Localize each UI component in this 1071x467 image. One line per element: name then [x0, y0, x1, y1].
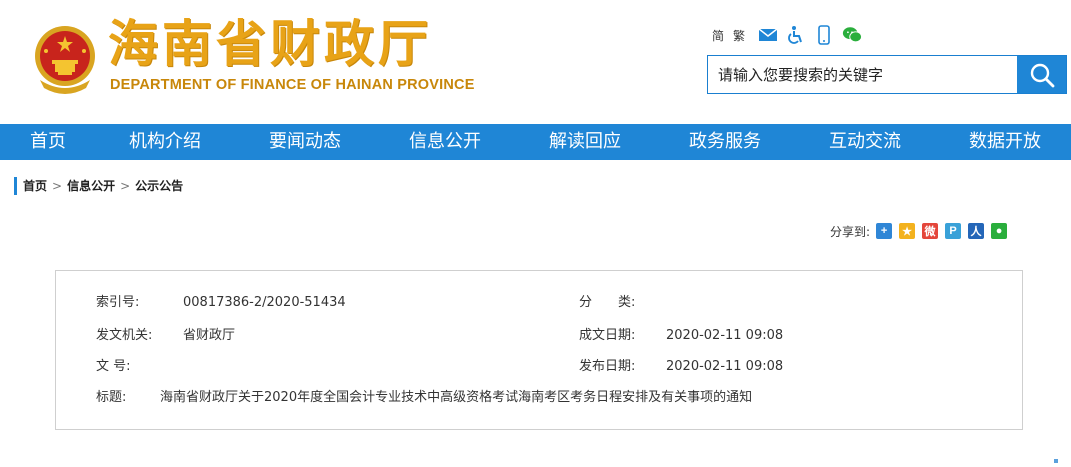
qzone-icon[interactable]: + [876, 223, 893, 239]
search-button[interactable] [1017, 56, 1066, 93]
header-tools: 简 繁 [712, 24, 866, 46]
search-input[interactable] [708, 56, 1018, 93]
nav-item-services[interactable]: 政务服务 [689, 124, 761, 160]
share-bar: 分享到: + ★ 微 P 人 ● [830, 222, 1014, 240]
document-info-box: 索引号: 00817386-2/2020-51434 分 类: 发文机关: 省财… [55, 270, 1023, 430]
written-date-value: 2020-02-11 09:08 [666, 328, 784, 343]
breadcrumb-announcements[interactable]: 公示公告 [135, 179, 183, 193]
accessibility-icon[interactable] [786, 25, 806, 45]
nav-item-organization[interactable]: 机构介绍 [129, 124, 201, 160]
search-box [707, 55, 1067, 94]
breadcrumb-separator: > [120, 179, 131, 193]
breadcrumb-disclosure[interactable]: 信息公开 [67, 179, 115, 193]
share-label: 分享到: [830, 224, 871, 239]
nav-item-interaction[interactable]: 互动交流 [829, 124, 901, 160]
weibo-icon[interactable]: 微 [922, 223, 939, 239]
mail-icon[interactable] [758, 25, 778, 45]
breadcrumb: 首页 > 信息公开 > 公示公告 [14, 177, 183, 195]
written-date-label: 成文日期: [579, 328, 636, 343]
tencent-weibo-icon[interactable]: P [945, 223, 962, 239]
nav-item-disclosure[interactable]: 信息公开 [409, 124, 481, 160]
wechat-icon[interactable] [842, 25, 863, 45]
qq-icon[interactable]: ★ [899, 223, 916, 239]
index-number-label: 索引号: [96, 295, 140, 310]
doc-title-label: 标题: [96, 390, 127, 405]
national-emblem-icon [35, 26, 95, 94]
nav-item-home[interactable]: 首页 [30, 124, 66, 160]
site-logo-subtitle: DEPARTMENT OF FINANCE OF HAINAN PROVINCE [110, 77, 475, 93]
issuer-label: 发文机关: [96, 328, 153, 343]
publish-date-value: 2020-02-11 09:08 [666, 359, 784, 374]
wechat-share-icon[interactable]: ● [991, 223, 1008, 239]
index-number-value: 00817386-2/2020-51434 [183, 295, 346, 310]
doc-title-value: 海南省财政厅关于2020年度全国会计专业技术中高级资格考试海南考区考务日程安排及… [160, 390, 753, 405]
nav-item-open-data[interactable]: 数据开放 [969, 124, 1041, 160]
search-icon [1030, 63, 1054, 87]
publish-date-label: 发布日期: [579, 359, 636, 374]
breadcrumb-separator: > [52, 179, 63, 193]
nav-item-news[interactable]: 要闻动态 [269, 124, 341, 160]
main-nav: 首页 机构介绍 要闻动态 信息公开 解读回应 政务服务 互动交流 数据开放 [0, 124, 1071, 160]
renren-icon[interactable]: 人 [968, 223, 985, 239]
site-header: 海南省财政厅 DEPARTMENT OF FINANCE OF HAINAN P… [0, 0, 1071, 124]
lang-simplified-link[interactable]: 简 [712, 27, 724, 44]
category-label: 分 类: [579, 295, 636, 310]
lang-traditional-link[interactable]: 繁 [733, 27, 745, 44]
doc-number-label: 文 号: [96, 359, 131, 374]
issuer-value: 省财政厅 [183, 328, 236, 343]
breadcrumb-home[interactable]: 首页 [23, 179, 47, 193]
scroll-indicator [1054, 459, 1058, 463]
nav-item-interpretation[interactable]: 解读回应 [549, 124, 621, 160]
site-logo-title[interactable]: 海南省财政厅 [108, 14, 432, 74]
mobile-icon[interactable] [814, 25, 834, 45]
